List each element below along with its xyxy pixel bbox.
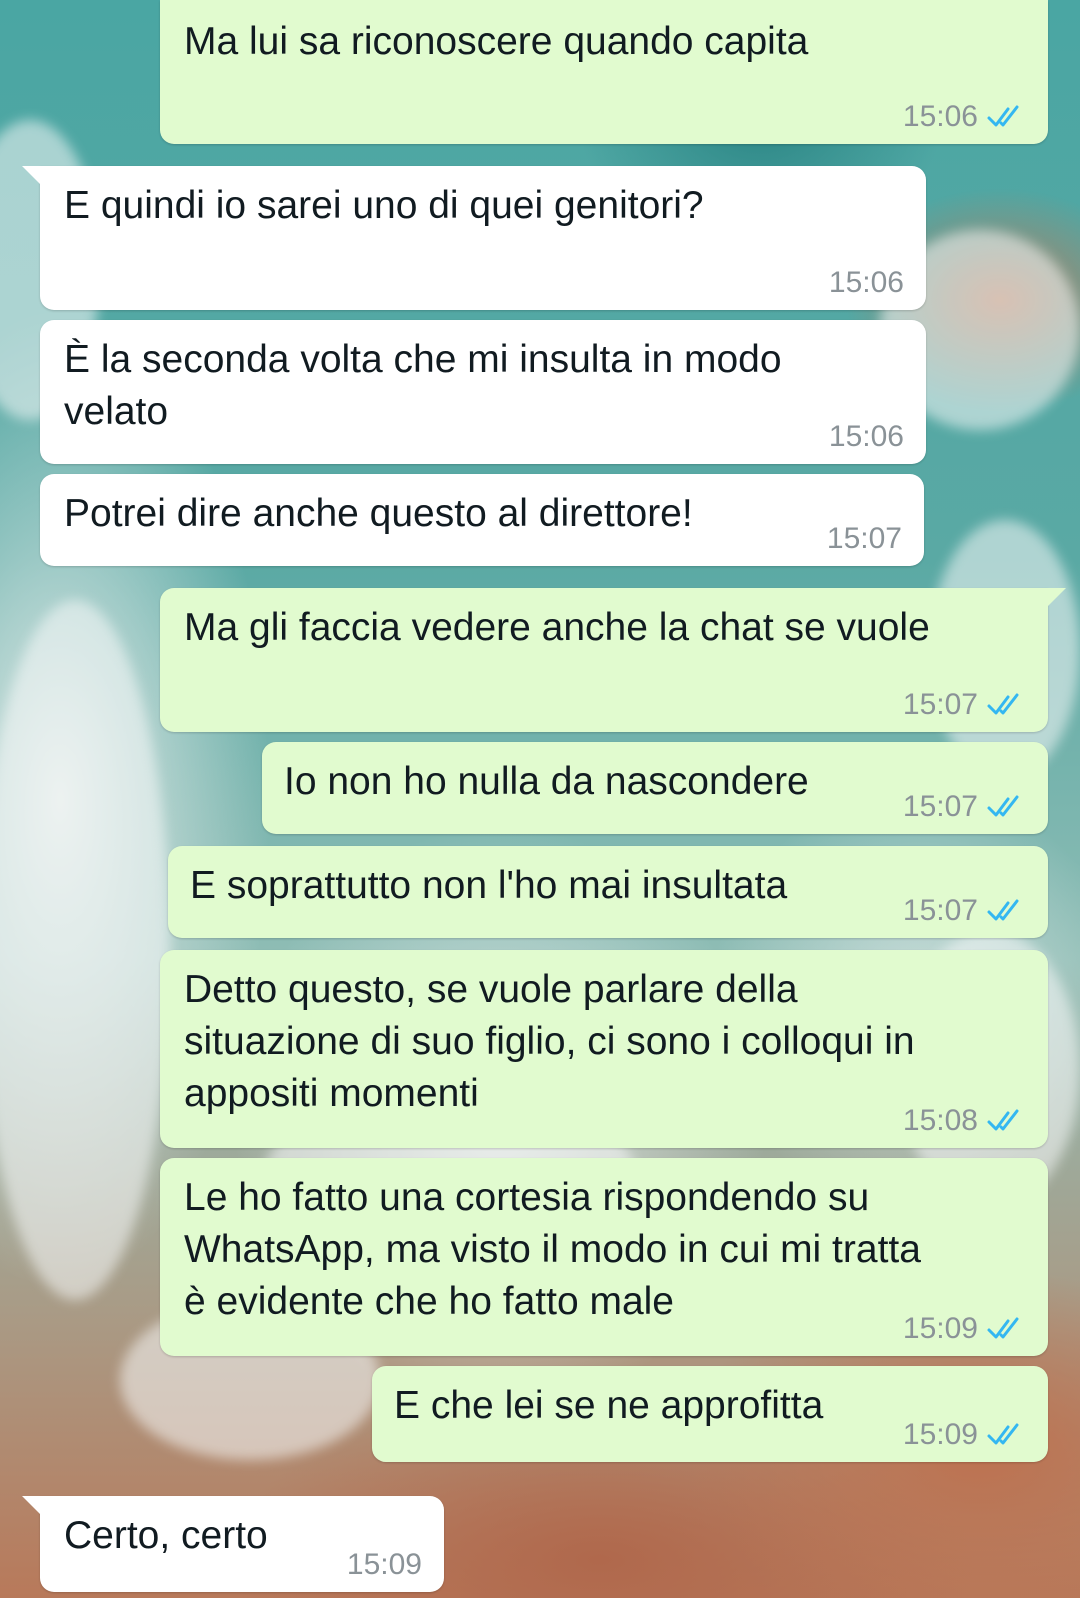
message-timestamp: 15:07 bbox=[902, 790, 978, 823]
message-text: Potrei dire anche questo al direttore! bbox=[64, 492, 693, 535]
message-bubble-outgoing[interactable]: E che lei se ne approfitta 15:09 bbox=[372, 1366, 1048, 1462]
message-bubble-outgoing[interactable]: Io non ho nulla da nascondere 15:07 bbox=[262, 742, 1048, 834]
double-check-read-icon bbox=[987, 1423, 1019, 1445]
message-bubble-outgoing[interactable]: E soprattutto non l'ho mai insultata 15:… bbox=[168, 846, 1048, 938]
message-bubble-incoming[interactable]: È la seconda volta che mi insulta in mod… bbox=[40, 320, 926, 464]
message-bubble-incoming[interactable]: E quindi io sarei uno di quei genitori? … bbox=[22, 166, 926, 310]
message-text: E soprattutto non l'ho mai insultata bbox=[190, 864, 788, 907]
message-text: E quindi io sarei uno di quei genitori? bbox=[64, 184, 704, 227]
message-timestamp: 15:06 bbox=[902, 100, 978, 133]
double-check-read-icon bbox=[987, 1109, 1019, 1131]
message-text: Detto questo, se vuole parlare della sit… bbox=[184, 968, 915, 1115]
message-bubble-incoming[interactable]: Potrei dire anche questo al direttore! 1… bbox=[40, 474, 924, 566]
message-timestamp: 15:06 bbox=[828, 266, 904, 299]
message-timestamp: 15:08 bbox=[902, 1104, 978, 1137]
message-timestamp: 15:07 bbox=[902, 688, 978, 721]
message-text: Le ho fatto una cortesia rispondendo su … bbox=[184, 1176, 921, 1323]
message-timestamp: 15:06 bbox=[828, 420, 904, 453]
message-bubble-outgoing[interactable]: Detto questo, se vuole parlare della sit… bbox=[160, 950, 1048, 1148]
double-check-read-icon bbox=[987, 795, 1019, 817]
message-timestamp: 15:07 bbox=[826, 522, 902, 555]
message-text: E che lei se ne approfitta bbox=[394, 1384, 824, 1427]
chat-message-list[interactable]: Ma lui sa riconoscere quando capita 15:0… bbox=[0, 0, 1080, 1598]
message-timestamp: 15:07 bbox=[902, 894, 978, 927]
double-check-read-icon bbox=[987, 899, 1019, 921]
message-text: È la seconda volta che mi insulta in mod… bbox=[64, 338, 782, 433]
message-text: Ma lui sa riconoscere quando capita bbox=[184, 20, 809, 63]
message-bubble-incoming[interactable]: Certo, certo 15:09 bbox=[22, 1496, 444, 1592]
double-check-read-icon bbox=[987, 693, 1019, 715]
message-bubble-outgoing[interactable]: Ma gli faccia vedere anche la chat se vu… bbox=[160, 588, 1066, 732]
message-text: Ma gli faccia vedere anche la chat se vu… bbox=[184, 606, 930, 649]
message-text: Io non ho nulla da nascondere bbox=[284, 760, 809, 803]
message-text: Certo, certo bbox=[64, 1514, 268, 1557]
double-check-read-icon bbox=[987, 1317, 1019, 1339]
message-timestamp: 15:09 bbox=[902, 1312, 978, 1345]
message-timestamp: 15:09 bbox=[902, 1418, 978, 1451]
message-bubble-outgoing[interactable]: Le ho fatto una cortesia rispondendo su … bbox=[160, 1158, 1048, 1356]
message-bubble-outgoing[interactable]: Ma lui sa riconoscere quando capita 15:0… bbox=[160, 0, 1048, 144]
double-check-read-icon bbox=[987, 105, 1019, 127]
message-timestamp: 15:09 bbox=[346, 1548, 422, 1581]
